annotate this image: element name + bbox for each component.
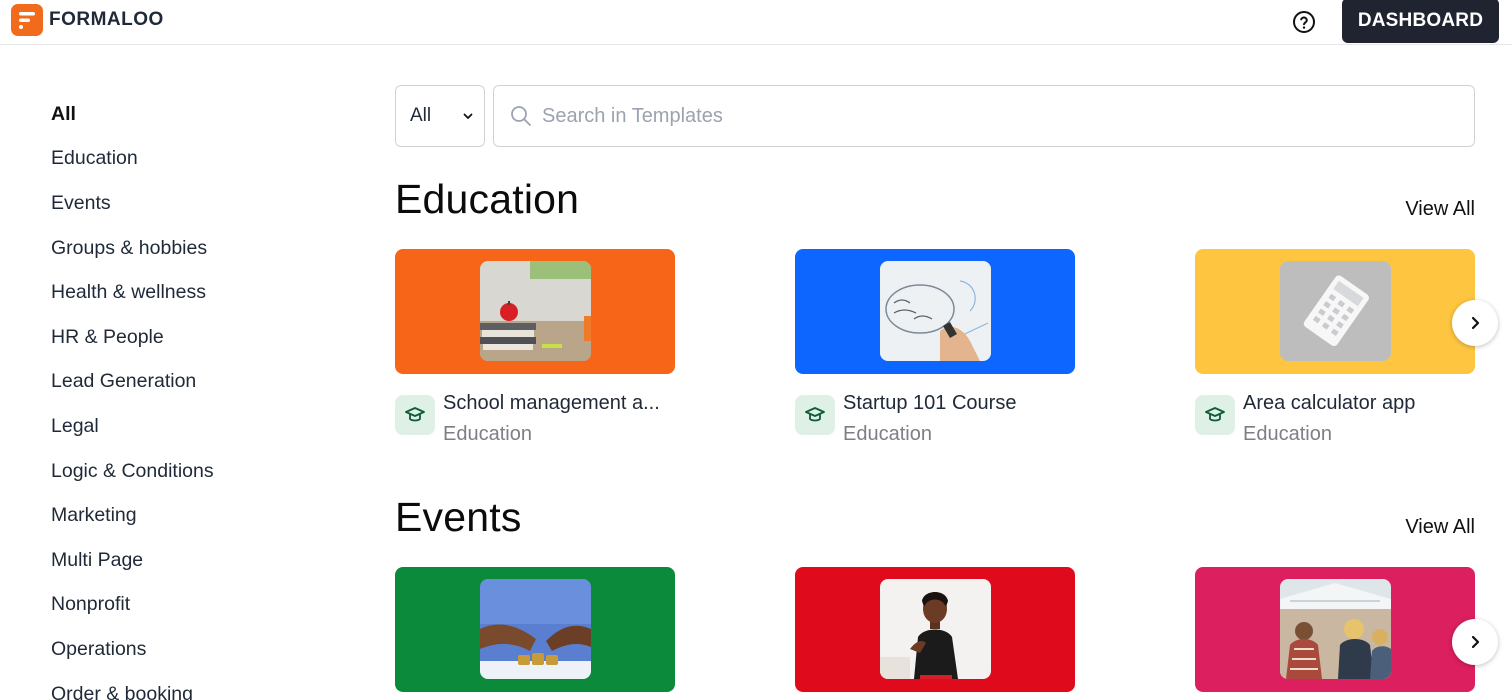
sidebar-item-multi-page[interactable]: Multi Page [51,538,351,583]
carousel-next-button[interactable] [1452,300,1498,346]
graduation-cap-icon [795,395,835,435]
card-thumbnail-image [880,579,991,679]
card-banner[interactable] [795,567,1075,692]
chevron-down-icon [463,113,473,119]
view-all-events-link[interactable]: View All [1405,516,1475,539]
logo-text: FORMALOO [49,9,164,30]
template-card[interactable]: Area calculator app Education [1195,249,1475,446]
top-header: FORMALOO DASHBOARD [0,0,1512,45]
sidebar-item-all[interactable]: All [51,92,351,137]
formaloo-logo[interactable]: FORMALOO [11,4,164,36]
graduation-cap-icon [1195,395,1235,435]
section-title-education: Education [395,176,580,222]
dashboard-button[interactable]: DASHBOARD [1342,0,1499,43]
sidebar-item-legal[interactable]: Legal [51,404,351,449]
card-title: Area calculator app [1243,392,1416,414]
card-banner[interactable] [1195,249,1475,374]
card-meta: Area calculator app Education [1195,392,1475,446]
card-meta: School management a... Education [395,392,675,446]
card-banner[interactable] [395,249,675,374]
card-thumbnail-image [1280,261,1391,361]
sidebar-item-operations[interactable]: Operations [51,627,351,672]
sidebar-item-health-wellness[interactable]: Health & wellness [51,270,351,315]
search-icon [511,106,531,126]
template-card[interactable]: Startup 101 Course Education [795,249,1075,446]
formaloo-logo-icon [11,4,43,36]
card-thumbnail-image [1280,579,1391,679]
help-circle-icon[interactable] [1292,10,1316,34]
sidebar-item-events[interactable]: Events [51,181,351,226]
section-title-events: Events [395,494,522,540]
card-title: Startup 101 Course [843,392,1017,414]
sidebar-item-hr-people[interactable]: HR & People [51,315,351,360]
card-category: Education [1243,423,1332,445]
sidebar-item-marketing[interactable]: Marketing [51,493,351,538]
search-box [493,85,1475,147]
view-all-education-link[interactable]: View All [1405,198,1475,221]
sidebar-item-groups-hobbies[interactable]: Groups & hobbies [51,226,351,271]
sidebar-item-education[interactable]: Education [51,137,351,182]
card-meta: Startup 101 Course Education [795,392,1075,446]
sidebar-item-lead-generation[interactable]: Lead Generation [51,360,351,405]
search-input[interactable] [542,104,1442,128]
card-banner[interactable] [1195,567,1475,692]
card-category: Education [843,423,932,445]
card-category: Education [443,423,532,445]
card-thumbnail-image [480,261,591,361]
card-thumbnail-image [880,261,991,361]
carousel-next-button[interactable] [1452,619,1498,665]
card-banner[interactable] [795,249,1075,374]
template-card[interactable] [795,567,1075,692]
sidebar-item-order-booking[interactable]: Order & booking [51,672,351,700]
card-banner[interactable] [395,567,675,692]
card-thumbnail-image [480,579,591,679]
card-title: School management a... [443,392,660,414]
category-sidebar: All Education Events Groups & hobbies He… [51,92,351,700]
category-filter-select[interactable]: All [395,85,485,147]
chevron-right-icon [1471,635,1480,649]
sidebar-item-nonprofit[interactable]: Nonprofit [51,583,351,628]
template-card[interactable]: School management a... Education [395,249,675,446]
template-card[interactable] [395,567,675,692]
chevron-right-icon [1471,316,1480,330]
sidebar-item-logic-conditions[interactable]: Logic & Conditions [51,449,351,494]
graduation-cap-icon [395,395,435,435]
filter-selected-value: All [410,105,432,126]
template-card[interactable] [1195,567,1475,692]
